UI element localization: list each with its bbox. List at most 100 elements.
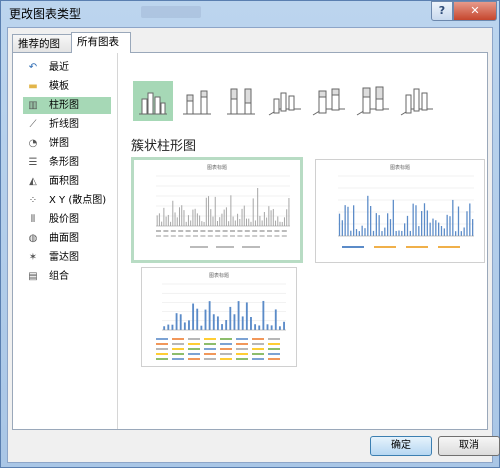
preview-chart-2-plot	[338, 175, 474, 248]
preview-bar	[252, 198, 254, 226]
preview-bar	[463, 227, 465, 236]
preview-bar	[392, 199, 394, 236]
preview-bar	[277, 216, 279, 226]
preview-bar	[472, 219, 474, 236]
legend-mark	[204, 348, 216, 350]
subtype-3d-stacked-column[interactable]	[309, 81, 349, 121]
axis-label-mark	[259, 235, 265, 237]
category-bar[interactable]: ☰ 条形图	[23, 154, 111, 171]
axis-label-mark	[156, 230, 161, 232]
dialog-body: 推荐的图表 所有图表 ↶ 最近 ▬ 模板 ▥ 柱形图 ⟋ 折线图	[7, 27, 500, 463]
preview-bar	[183, 210, 185, 226]
category-template[interactable]: ▬ 模板	[23, 78, 111, 95]
axis-label-mark	[156, 235, 161, 237]
bar-chart-icon: ☰	[28, 157, 38, 168]
axis-label-mark	[281, 230, 287, 232]
3d-clustered-column-icon	[268, 92, 301, 116]
legend-mark	[220, 343, 232, 345]
preview-bar	[175, 313, 178, 330]
preview-bar	[216, 221, 218, 226]
preview-bar	[192, 303, 195, 330]
preview-bar	[353, 205, 355, 236]
preview-bar	[347, 206, 349, 236]
preview-bar	[446, 214, 448, 236]
clustered-column-icon	[139, 92, 167, 115]
legend-mark	[190, 246, 208, 248]
preview-bar	[457, 206, 460, 236]
scatter-chart-icon: ⁘	[28, 195, 38, 206]
preview-bar	[466, 211, 468, 236]
3d-stacked-column-icon	[312, 88, 345, 116]
percent-stacked-column-icon	[227, 88, 255, 115]
preview-chart-1[interactable]: 图表标题	[131, 157, 303, 263]
preview-chart-3[interactable]: 图表标题	[141, 267, 297, 367]
preview-bar	[261, 220, 263, 226]
preview-bar	[435, 220, 437, 236]
preview-bar	[455, 231, 457, 236]
preview-bar	[165, 216, 167, 226]
subtype-percent-stacked-column[interactable]	[221, 81, 261, 121]
preview-bar	[268, 206, 270, 226]
preview-bar	[259, 215, 261, 226]
subtype-3d-column[interactable]	[397, 81, 437, 121]
category-label: X Y (散点图)	[49, 195, 107, 206]
preview-bar	[221, 213, 223, 226]
help-button[interactable]: ?	[431, 1, 453, 21]
preview-bar	[257, 188, 259, 226]
cancel-button[interactable]: 取消	[438, 436, 500, 456]
category-label: 饼图	[49, 138, 69, 149]
tab-all-charts[interactable]: 所有图表	[71, 32, 131, 53]
subtype-3d-clustered-column[interactable]	[265, 81, 305, 121]
preview-bar	[229, 306, 232, 330]
category-line[interactable]: ⟋ 折线图	[23, 116, 111, 133]
legend-mark	[204, 358, 216, 360]
preview-chart-2[interactable]: 图表标题	[315, 159, 485, 263]
preview-bar	[421, 211, 423, 236]
axis-label-mark	[200, 235, 206, 237]
legend-mark	[268, 358, 280, 360]
preview-bar	[221, 324, 223, 330]
stock-chart-icon: ⫴	[30, 214, 36, 225]
preview-bar	[239, 218, 241, 226]
column-chart-icon: ▥	[28, 100, 38, 111]
legend-mark	[252, 348, 264, 350]
category-surface[interactable]: ◍ 曲面图	[23, 230, 111, 247]
preview-bar	[188, 320, 190, 330]
chart-category-list: ↶ 最近 ▬ 模板 ▥ 柱形图 ⟋ 折线图 ◔ 饼图 ☰ 条形图 ◭ 面积图 ⁘…	[13, 53, 118, 429]
preview-bar	[212, 216, 214, 226]
preview-bar	[440, 225, 443, 236]
preview-bar	[364, 228, 366, 236]
preview-bar	[274, 309, 277, 330]
line-chart-icon: ⟋	[29, 119, 37, 130]
axis-label-mark	[215, 230, 221, 232]
category-area[interactable]: ◭ 面积图	[23, 173, 111, 190]
preview-bar	[278, 326, 281, 330]
preview-bar	[389, 219, 392, 236]
subtype-stacked-column[interactable]	[177, 81, 217, 121]
ok-button[interactable]: 确定	[370, 436, 432, 456]
category-stock[interactable]: ⫴ 股价图	[23, 211, 111, 228]
category-recent[interactable]: ↶ 最近	[23, 59, 111, 76]
subtype-3d-percent-stacked-column[interactable]	[353, 81, 393, 121]
legend-mark	[188, 353, 200, 355]
subtype-clustered-column[interactable]	[133, 81, 173, 121]
preview-bar	[243, 205, 245, 226]
category-column[interactable]: ▥ 柱形图	[23, 97, 111, 114]
preview-bar	[241, 208, 243, 226]
category-pie[interactable]: ◔ 饼图	[23, 135, 111, 152]
preview-bar	[203, 221, 205, 226]
category-label: 曲面图	[49, 233, 79, 244]
axis-label-mark	[170, 235, 176, 237]
close-button[interactable]: ✕	[453, 1, 497, 21]
preview-chart-1-plot	[156, 175, 290, 248]
tab-recommended-charts[interactable]: 推荐的图表	[12, 34, 72, 68]
legend-mark	[268, 348, 280, 350]
axis-label-mark	[267, 235, 272, 237]
category-radar[interactable]: ✶ 雷达图	[23, 249, 111, 266]
subtype-heading: 簇状柱形图	[131, 139, 197, 154]
preview-bar	[190, 220, 192, 226]
axis-label-mark	[267, 230, 272, 232]
category-scatter[interactable]: ⁘ X Y (散点图)	[23, 192, 111, 209]
preview-bar	[232, 216, 234, 226]
category-combo[interactable]: ▤ 组合	[23, 268, 111, 285]
